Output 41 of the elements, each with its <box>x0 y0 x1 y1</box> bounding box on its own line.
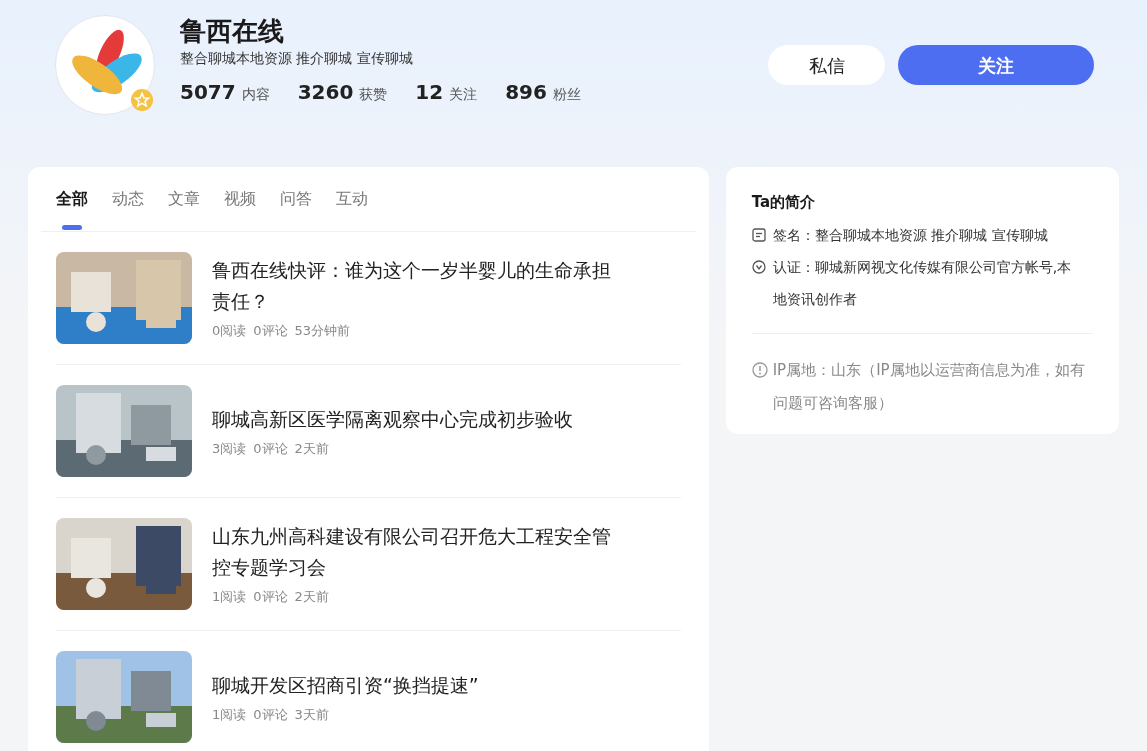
comment-count: 0评论 <box>253 439 288 458</box>
comment-count: 0评论 <box>253 705 288 724</box>
tab[interactable]: 动态 <box>112 187 144 231</box>
comment-count: 0评论 <box>253 322 288 341</box>
read-count: 1阅读 <box>212 705 247 724</box>
article-title[interactable]: 聊城高新区医学隔离观察中心完成初步验收 <box>212 403 612 435</box>
post-time: 53分钟前 <box>294 322 351 341</box>
signature-text: 签名：整合聊城本地资源 推介聊城 宣传聊城 <box>772 226 1048 245</box>
intro-title: Ta的简介 <box>751 192 817 213</box>
read-count: 3阅读 <box>212 439 247 458</box>
stat-value: 5077 <box>180 79 236 106</box>
post-time: 3天前 <box>294 705 329 724</box>
tab[interactable]: 全部 <box>56 187 88 231</box>
ip-location-text: IP属地：山东（IP属地以运营商信息为准，如有问题可咨询客服） <box>772 360 1086 414</box>
document-icon <box>751 228 766 242</box>
stat-value: 12 <box>415 79 444 106</box>
stat-label: 关注 <box>449 85 478 104</box>
post-time: 2天前 <box>294 439 329 458</box>
tab[interactable]: 互动 <box>336 187 368 231</box>
tab[interactable]: 文章 <box>168 187 200 231</box>
message-button[interactable]: 私信 <box>768 45 885 85</box>
article-title[interactable]: 聊城开发区招商引资“换挡提速” <box>212 669 612 701</box>
article-title[interactable]: 山东九州高科建设有限公司召开危大工程安全管控专题学习会 <box>212 521 612 584</box>
article-title[interactable]: 鲁西在线快评：谁为这个一岁半婴儿的生命承担责任？ <box>212 255 612 318</box>
read-count: 0阅读 <box>212 322 247 341</box>
tab[interactable]: 视频 <box>224 187 256 231</box>
stat-label: 获赞 <box>359 85 388 104</box>
stat-value: 3260 <box>297 79 354 106</box>
follow-button[interactable]: 关注 <box>898 45 1094 85</box>
info-icon <box>751 362 768 378</box>
profile-name: 鲁西在线 <box>180 15 285 47</box>
certification-text: 认证：聊城新网视文化传媒有限公司官方帐号,本地资讯创作者 <box>772 258 1073 309</box>
stat-value: 896 <box>505 79 547 106</box>
check-circle-icon <box>751 260 766 274</box>
post-time: 2天前 <box>294 588 329 607</box>
stat-label: 内容 <box>241 85 270 104</box>
read-count: 1阅读 <box>212 588 247 607</box>
tab[interactable]: 问答 <box>280 187 312 231</box>
stat-label: 粉丝 <box>552 85 581 104</box>
comment-count: 0评论 <box>253 588 288 607</box>
profile-bio: 整合聊城本地资源 推介聊城 宣传聊城 <box>180 49 414 68</box>
